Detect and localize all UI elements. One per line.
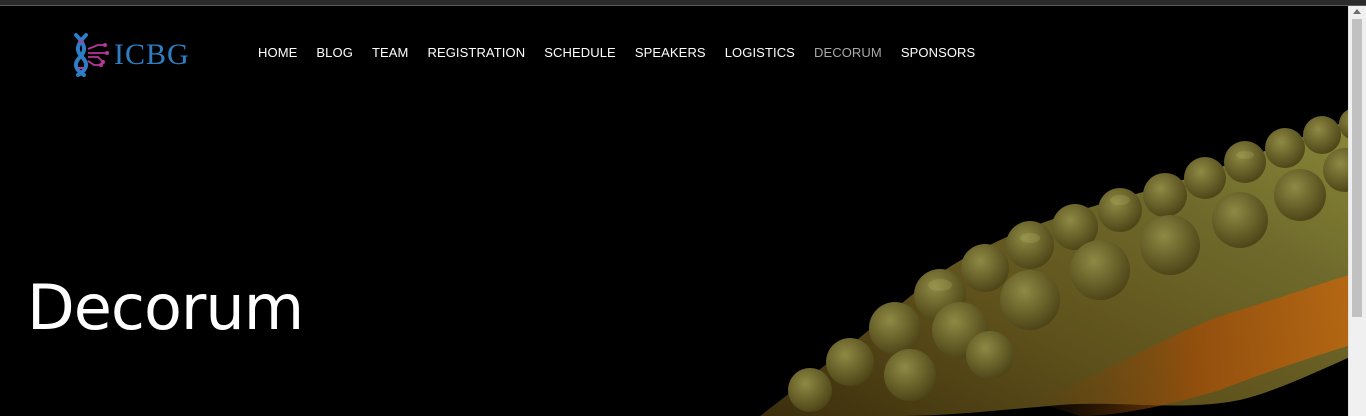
nav-item-schedule[interactable]: SCHEDULE bbox=[544, 45, 616, 60]
nav-item-team[interactable]: TEAM bbox=[372, 45, 409, 60]
nav-item-speakers[interactable]: SPEAKERS bbox=[635, 45, 706, 60]
hero-background-art bbox=[760, 108, 1366, 416]
scroll-thumb[interactable] bbox=[1352, 19, 1362, 317]
scroll-up-arrow-icon[interactable] bbox=[1353, 9, 1361, 14]
logo-text: ICBG bbox=[114, 38, 190, 71]
nav-item-home[interactable]: HOME bbox=[258, 45, 297, 60]
site-logo[interactable]: ICBG bbox=[72, 33, 190, 77]
nav-item-decorum[interactable]: DECORUM bbox=[814, 45, 882, 60]
nav-item-logistics[interactable]: LOGISTICS bbox=[725, 45, 795, 60]
site-header: ICBG HOME BLOG TEAM REGISTRATION SCHEDUL… bbox=[0, 6, 1349, 96]
main-nav: HOME BLOG TEAM REGISTRATION SCHEDULE SPE… bbox=[258, 45, 994, 60]
vertical-scrollbar[interactable] bbox=[1348, 6, 1366, 416]
nav-item-blog[interactable]: BLOG bbox=[316, 45, 353, 60]
page: ICBG HOME BLOG TEAM REGISTRATION SCHEDUL… bbox=[0, 0, 1366, 416]
dna-circuit-icon bbox=[73, 33, 109, 77]
page-title: Decorum bbox=[27, 271, 304, 344]
nav-item-registration[interactable]: REGISTRATION bbox=[427, 45, 525, 60]
nav-item-sponsors[interactable]: SPONSORS bbox=[901, 45, 975, 60]
